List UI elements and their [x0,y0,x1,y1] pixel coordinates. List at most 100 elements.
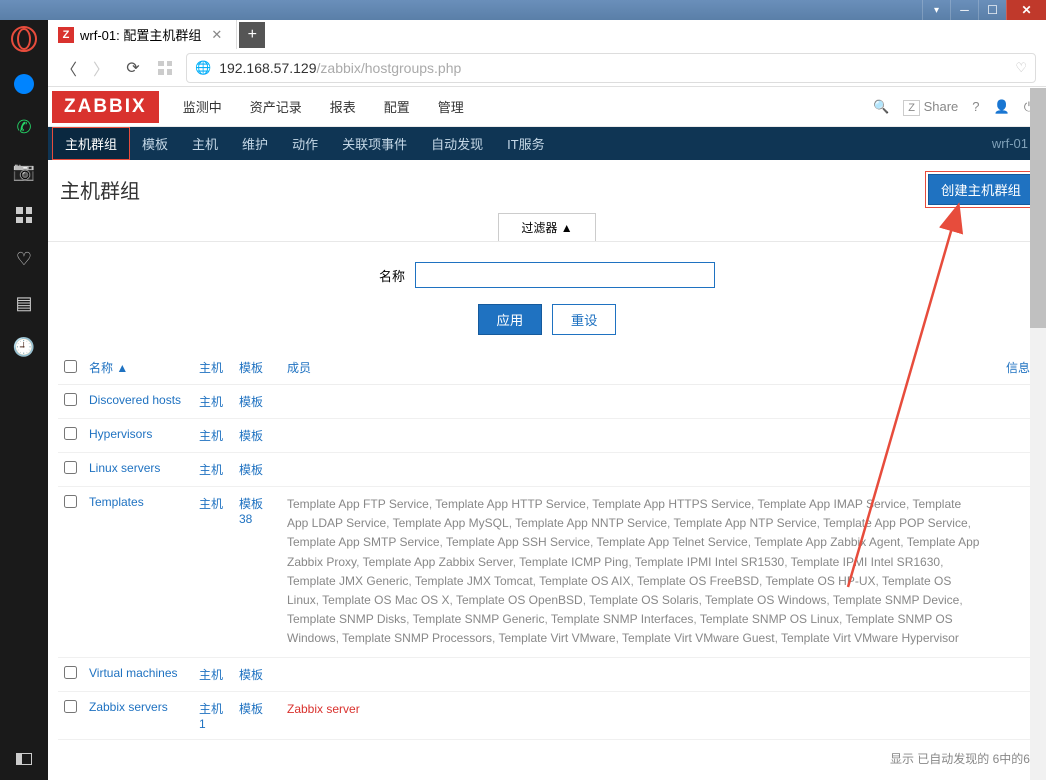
member-link[interactable]: Template App SMTP Service [287,535,440,549]
sidebar-toggle-icon[interactable] [13,748,35,770]
member-link[interactable]: Template App FTP Service [287,497,429,511]
whatsapp-icon[interactable]: ✆ [13,116,35,138]
submenu-item-7[interactable]: IT服务 [495,128,557,159]
templates-link[interactable]: 模板 38 [239,497,263,526]
hosts-link[interactable]: 主机 [199,497,223,511]
member-link[interactable]: Template SNMP Device [833,593,960,607]
opera-logo-icon[interactable] [11,26,37,52]
member-link[interactable]: Template App NTP Service [673,516,816,530]
tab-close-icon[interactable]: ✕ [207,27,226,43]
member-link[interactable]: Template App Telnet Service [597,535,748,549]
member-link[interactable]: Template App MySQL [393,516,509,530]
nav-back-button[interactable]: 〈 [58,57,80,79]
reset-button[interactable]: 重设 [552,304,617,335]
templates-link[interactable]: 模板 [239,429,263,443]
templates-link[interactable]: 模板 [239,702,263,716]
member-link[interactable]: Template OS AIX [539,574,630,588]
member-link[interactable]: Template OS Windows [705,593,826,607]
member-link[interactable]: Template IPMI Intel SR1530 [635,555,784,569]
col-hosts[interactable]: 主机 [199,361,223,375]
bookmark-icon[interactable]: ♡ [1015,60,1027,76]
member-link[interactable]: Template App IMAP Service [757,497,906,511]
create-hostgroup-button[interactable]: 创建主机群组 [928,174,1034,205]
member-link[interactable]: Template OS Mac OS X [322,593,449,607]
heart-icon[interactable]: ♡ [13,248,35,270]
member-link[interactable]: Template JMX Generic [287,574,408,588]
col-name[interactable]: 名称 ▲ [89,361,128,375]
member-link[interactable]: Template SNMP Processors [342,631,492,645]
group-name-link[interactable]: Templates [89,495,144,509]
new-tab-button[interactable]: + [239,22,265,48]
member-link[interactable]: Template App Zabbix Server [363,555,513,569]
help-icon[interactable]: ? [972,99,979,114]
member-link[interactable]: Template Virt VMware Hypervisor [781,631,959,645]
hosts-link[interactable]: 主机 [199,668,223,682]
window-dropdown-button[interactable] [922,0,950,20]
clock-icon[interactable]: 🕘 [13,336,35,358]
nav-forward-button[interactable]: 〉 [90,57,112,79]
row-checkbox[interactable] [64,427,77,440]
row-checkbox[interactable] [64,666,77,679]
select-all-checkbox[interactable] [64,360,77,373]
window-minimize-button[interactable] [950,0,978,20]
menu-item-3[interactable]: 配置 [380,87,414,126]
member-link[interactable]: Template SNMP Interfaces [551,612,694,626]
menu-item-2[interactable]: 报表 [326,87,360,126]
submenu-item-5[interactable]: 关联项事件 [330,128,419,159]
templates-link[interactable]: 模板 [239,395,263,409]
menu-item-0[interactable]: 监测中 [179,87,226,126]
hosts-link[interactable]: 主机 [199,395,223,409]
messenger-icon[interactable] [14,74,34,94]
member-link[interactable]: Template App HTTP Service [435,497,586,511]
zabbix-logo[interactable]: ZABBIX [52,91,159,123]
menu-item-1[interactable]: 资产记录 [246,87,306,126]
submenu-item-3[interactable]: 维护 [230,128,280,159]
nav-start-button[interactable] [154,57,176,79]
scroll-thumb[interactable] [1030,88,1046,328]
member-link[interactable]: Template OS Solaris [589,593,698,607]
member-link[interactable]: Template OS FreeBSD [637,574,759,588]
member-link[interactable]: Template App Zabbix Agent [754,535,900,549]
camera-icon[interactable] [13,160,35,182]
nav-reload-button[interactable]: ⟳ [122,57,144,79]
search-icon[interactable]: 🔍 [873,99,889,115]
member-link[interactable]: Template App SSH Service [446,535,590,549]
page-scrollbar[interactable] [1030,88,1046,780]
submenu-item-2[interactable]: 主机 [180,128,230,159]
group-name-link[interactable]: Linux servers [89,461,160,475]
member-link[interactable]: Template OS OpenBSD [456,593,583,607]
group-name-link[interactable]: Zabbix servers [89,700,168,714]
member-link[interactable]: Template App HTTPS Service [592,497,751,511]
speed-dial-icon[interactable] [13,204,35,226]
member-link[interactable]: Template App NNTP Service [515,516,667,530]
member-link[interactable]: Zabbix server [287,702,360,716]
hosts-link[interactable]: 主机 1 [199,702,223,731]
row-checkbox[interactable] [64,700,77,713]
filter-tab[interactable]: 过滤器 ▲ [498,213,595,241]
hosts-link[interactable]: 主机 [199,429,223,443]
submenu-item-0[interactable]: 主机群组 [52,127,130,160]
share-button[interactable]: Z Share [903,99,958,114]
submenu-item-6[interactable]: 自动发现 [419,128,495,159]
group-name-link[interactable]: Virtual machines [89,666,178,680]
hosts-link[interactable]: 主机 [199,463,223,477]
group-name-link[interactable]: Hypervisors [89,427,152,441]
col-templates[interactable]: 模板 [239,361,263,375]
member-link[interactable]: Template ICMP Ping [519,555,628,569]
row-checkbox[interactable] [64,393,77,406]
member-link[interactable]: Template Virt VMware [498,631,615,645]
submenu-item-1[interactable]: 模板 [130,128,180,159]
member-link[interactable]: Template IPMI Intel SR1630 [791,555,940,569]
row-checkbox[interactable] [64,495,77,508]
submenu-item-4[interactable]: 动作 [280,128,330,159]
window-maximize-button[interactable] [978,0,1006,20]
member-link[interactable]: Template JMX Tomcat [415,574,533,588]
member-link[interactable]: Template OS HP-UX [765,574,875,588]
filter-name-input[interactable] [415,262,715,288]
member-link[interactable]: Template SNMP OS Linux [700,612,839,626]
group-name-link[interactable]: Discovered hosts [89,393,181,407]
news-icon[interactable]: ▤ [13,292,35,314]
templates-link[interactable]: 模板 [239,668,263,682]
row-checkbox[interactable] [64,461,77,474]
member-link[interactable]: Template SNMP Generic [413,612,545,626]
